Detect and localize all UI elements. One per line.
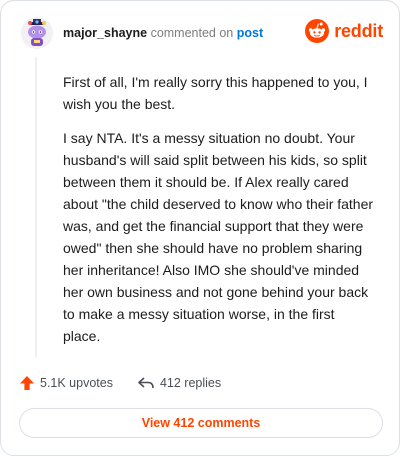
reddit-logo[interactable]: reddit xyxy=(305,19,383,43)
view-comments-button[interactable]: View 412 comments xyxy=(19,408,383,438)
comment-actions: 5.1K upvotes 412 replies xyxy=(19,373,245,393)
post-link[interactable]: post xyxy=(237,26,263,40)
reddit-alien-icon xyxy=(305,19,330,43)
comment-paragraph: I say NTA. It's a messy situation no dou… xyxy=(63,130,374,344)
comment-body: First of all, I'm really sorry this happ… xyxy=(63,71,375,359)
comment-meta: major_shayne commented on post xyxy=(63,25,263,41)
comment-header: major_shayne commented on post reddit xyxy=(21,15,383,51)
comment-card: major_shayne commented on post reddit Fi… xyxy=(0,0,400,456)
comment-paragraph: First of all, I'm really sorry this happ… xyxy=(63,74,368,112)
replies-button[interactable]: 412 replies xyxy=(137,375,221,391)
reply-count: 412 replies xyxy=(159,376,222,390)
upvote-arrow-icon xyxy=(20,376,34,390)
upvote-count: 5.1K upvotes xyxy=(40,376,113,390)
snoo-avatar-icon xyxy=(28,19,46,46)
reddit-wordmark: reddit xyxy=(334,20,383,41)
username-link[interactable]: major_shayne xyxy=(63,26,147,40)
action-text: commented on xyxy=(150,26,234,40)
thread-line xyxy=(35,57,37,357)
upvote-button[interactable]: 5.1K upvotes xyxy=(19,375,113,391)
reply-arrow-icon xyxy=(138,377,154,389)
user-avatar[interactable] xyxy=(21,17,53,49)
